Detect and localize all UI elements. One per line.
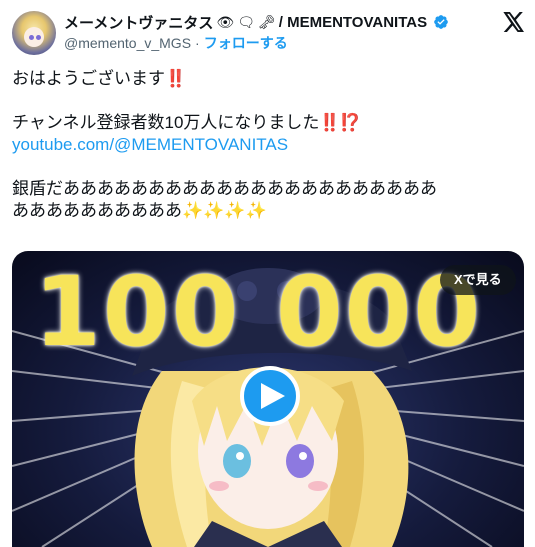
verified-badge-icon xyxy=(434,15,448,29)
tweet-line-greeting: おはようございます xyxy=(12,69,165,88)
tweet-line-silver-shield: 銀盾だああああああああああああああああああああああ xyxy=(12,179,437,198)
video-media[interactable]: 100 000 Xで見る xyxy=(12,251,524,547)
eye-emoji-icon: 👁 xyxy=(216,14,235,30)
tweet-card: メーメントヴァニタス 👁 🗨 🗝 / MEMENTOVANITAS @memen… xyxy=(0,0,535,547)
double-exclamation-emoji-icon: ‼️ xyxy=(165,69,186,88)
sparkles-emoji-icon: ✨✨✨✨ xyxy=(182,201,267,220)
display-name[interactable]: メーメントヴァニタス xyxy=(64,12,213,33)
play-button[interactable] xyxy=(240,366,300,426)
handle[interactable]: @memento_v_MGS xyxy=(64,35,191,51)
speech-bubble-emoji-icon: 🗨 xyxy=(237,14,255,30)
author-name-row[interactable]: メーメントヴァニタス 👁 🗨 🗝 / MEMENTOVANITAS xyxy=(64,12,449,32)
tweet-line-announcement: チャンネル登録者数10万人になりました xyxy=(12,113,320,132)
handle-row: @memento_v_MGS · フォローする xyxy=(64,34,288,52)
follow-button[interactable]: フォローする xyxy=(204,33,288,53)
key-emoji-icon: 🗝 xyxy=(257,14,276,30)
display-name-suffix[interactable]: / MEMENTOVANITAS xyxy=(279,14,427,31)
x-logo-icon[interactable] xyxy=(503,12,525,32)
youtube-link[interactable]: youtube.com/@MEMENTOVANITAS xyxy=(12,135,288,154)
watch-on-x-button[interactable]: Xで見る xyxy=(440,265,516,295)
subscriber-count-overlay: 100 000 xyxy=(34,256,483,368)
exclamation-question-emoji-icon: ‼️⁉️ xyxy=(319,113,360,132)
tweet-line-continuation: ああああああああああ xyxy=(12,201,182,220)
separator-dot: · xyxy=(195,35,200,51)
avatar[interactable] xyxy=(12,11,56,55)
play-icon xyxy=(260,383,285,409)
